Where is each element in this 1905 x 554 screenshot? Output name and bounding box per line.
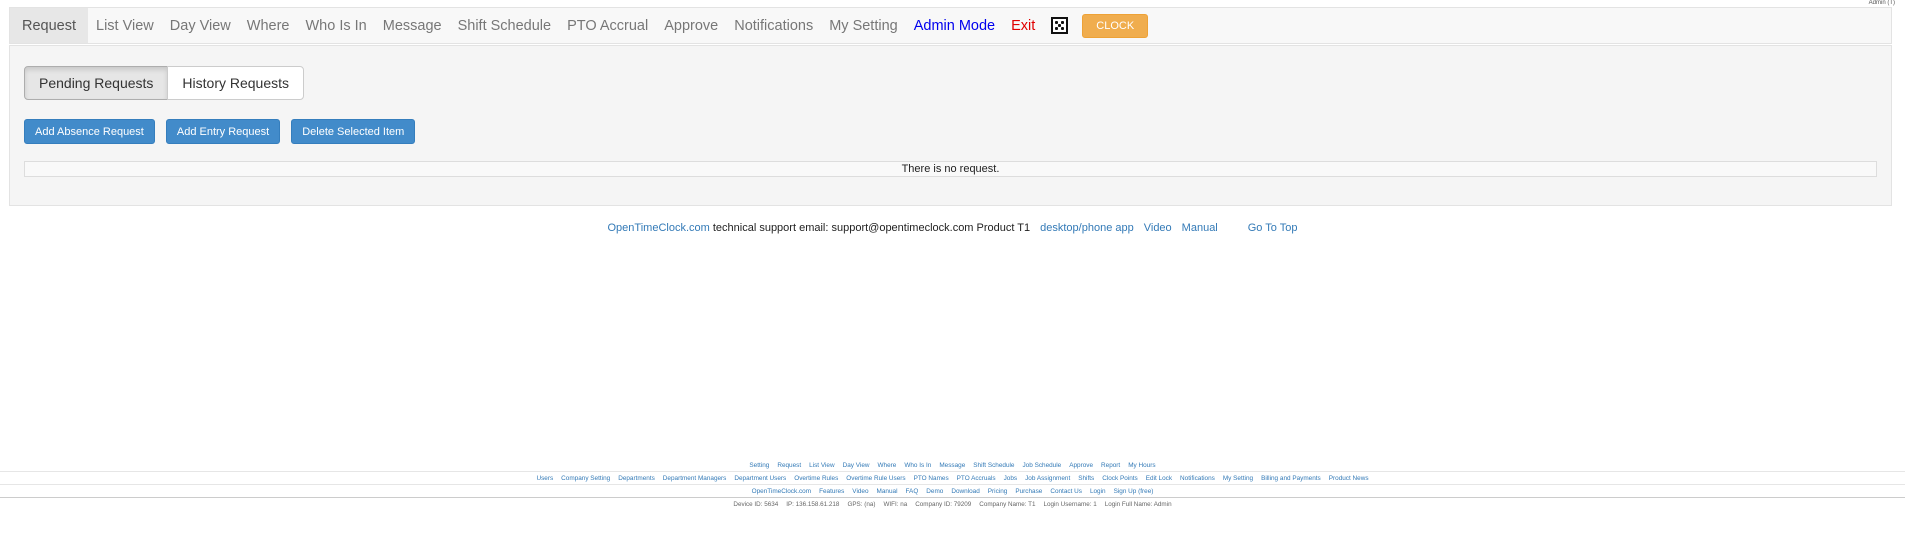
footer-link[interactable]: Company Setting	[561, 475, 610, 482]
login-full-name: Login Full Name: Admin	[1104, 501, 1172, 508]
footer-link[interactable]: Job Schedule	[1022, 462, 1061, 469]
footer-links-site: OpenTimeClock.com Features Video Manual FAQ D…	[0, 488, 1905, 495]
footer-divider	[0, 484, 1905, 485]
footer-link[interactable]: Features	[819, 488, 844, 495]
company-name: Company Name: T1	[979, 501, 1036, 508]
device-info: Device ID: 5634 IP: 136.158.61.218 GPS: (n…	[0, 501, 1905, 508]
footer-links-admin: Users Company Setting Departments Departmen…	[0, 475, 1905, 482]
footer-link[interactable]: PTO Accruals	[957, 475, 996, 482]
device-id: Device ID: 5634	[733, 501, 779, 508]
footer-links-main: Setting Request List View Day View Where Who …	[0, 462, 1905, 469]
footer-link[interactable]: My Setting	[1223, 475, 1253, 482]
nav-where[interactable]: Where	[239, 8, 298, 43]
footer-link[interactable]: Contact Us	[1050, 488, 1082, 495]
footer-link[interactable]: Product News	[1329, 475, 1369, 482]
nav-admin-mode[interactable]: Admin Mode	[906, 8, 1003, 43]
footer-link[interactable]: Users	[536, 475, 553, 482]
footer-link[interactable]: Department Managers	[663, 475, 727, 482]
request-panel: Pending Requests History Requests Add Ab…	[9, 45, 1892, 206]
company-id: Company ID: 79209	[915, 501, 972, 508]
support-line: OpenTimeClock.com technical support emai…	[0, 222, 1905, 234]
dice-icon	[1051, 17, 1069, 34]
nav-exit[interactable]: Exit	[1003, 8, 1043, 43]
footer-link[interactable]: Setting	[749, 462, 769, 469]
footer-link[interactable]: Job Assignment	[1025, 475, 1070, 482]
nav-who-is-in[interactable]: Who Is In	[297, 8, 374, 43]
footer-link[interactable]: Download	[951, 488, 979, 495]
footer-link[interactable]: Clock Points	[1102, 475, 1138, 482]
footer-link[interactable]: Overtime Rules	[794, 475, 838, 482]
add-absence-request-button[interactable]: Add Absence Request	[24, 119, 155, 144]
footer-link[interactable]: Demo	[926, 488, 943, 495]
opentimeclock-link[interactable]: OpenTimeClock.com	[608, 222, 710, 234]
footer-link[interactable]: Sign Up (free)	[1114, 488, 1154, 495]
footer-link[interactable]: Shift Schedule	[973, 462, 1014, 469]
nav-approve[interactable]: Approve	[656, 8, 726, 43]
request-tabs: Pending Requests History Requests	[24, 66, 305, 100]
action-buttons: Add Absence Request Add Entry Request De…	[24, 119, 416, 144]
wifi-info: WIFI: na	[883, 501, 908, 508]
nav-shift-schedule[interactable]: Shift Schedule	[450, 8, 560, 43]
footer-link[interactable]: Jobs	[1004, 475, 1018, 482]
footer-link[interactable]: Who Is In	[904, 462, 931, 469]
empty-request-message: There is no request.	[24, 161, 1877, 177]
footer-link[interactable]: Manual	[877, 488, 898, 495]
nav-day-view[interactable]: Day View	[162, 8, 239, 43]
footer-link[interactable]: Purchase	[1015, 488, 1042, 495]
delete-selected-item-button[interactable]: Delete Selected Item	[291, 119, 416, 144]
footer-link[interactable]: My Hours	[1128, 462, 1155, 469]
footer-link[interactable]: Report	[1101, 462, 1120, 469]
footer-link[interactable]: Video	[852, 488, 868, 495]
footer-divider	[0, 471, 1905, 472]
clock-button[interactable]: CLOCK	[1082, 13, 1149, 38]
video-link[interactable]: Video	[1144, 222, 1172, 234]
main-navbar: Request List View Day View Where Who Is …	[9, 7, 1892, 44]
nav-my-setting[interactable]: My Setting	[821, 8, 906, 43]
footer-link[interactable]: Login	[1090, 488, 1106, 495]
footer-link[interactable]: Approve	[1069, 462, 1093, 469]
desktop-phone-app-link[interactable]: desktop/phone app	[1040, 222, 1134, 234]
footer-divider	[0, 497, 1905, 498]
footer-link[interactable]: Notifications	[1180, 475, 1215, 482]
gps-info: GPS: (na)	[847, 501, 876, 508]
footer-link[interactable]: Edit Lock	[1146, 475, 1172, 482]
footer-link[interactable]: Request	[777, 462, 801, 469]
footer-link[interactable]: Overtime Rule Users	[846, 475, 905, 482]
footer-link[interactable]: FAQ	[906, 488, 919, 495]
footer-link[interactable]: Shifts	[1078, 475, 1094, 482]
footer-link[interactable]: OpenTimeClock.com	[752, 488, 811, 495]
dice-icon-button[interactable]	[1043, 8, 1076, 43]
go-to-top-link[interactable]: Go To Top	[1248, 222, 1298, 234]
top-user-label: Admin (T)	[1868, 0, 1895, 6]
nav-list-view[interactable]: List View	[88, 8, 162, 43]
footer-link[interactable]: Day View	[843, 462, 870, 469]
footer-link[interactable]: Departments	[618, 475, 655, 482]
nav-request[interactable]: Request	[10, 8, 89, 43]
ip-address: IP: 136.158.61.218	[786, 501, 840, 508]
footer-link[interactable]: Billing and Payments	[1261, 475, 1321, 482]
add-entry-request-button[interactable]: Add Entry Request	[165, 119, 281, 144]
footer-link[interactable]: PTO Names	[914, 475, 949, 482]
footer-link[interactable]: Department Users	[734, 475, 786, 482]
nav-pto-accrual[interactable]: PTO Accrual	[559, 8, 656, 43]
footer-link[interactable]: Where	[878, 462, 897, 469]
footer-link[interactable]: List View	[809, 462, 834, 469]
login-username: Login Username: 1	[1043, 501, 1097, 508]
tab-history-requests[interactable]: History Requests	[167, 66, 305, 100]
manual-link[interactable]: Manual	[1182, 222, 1218, 234]
footer-link[interactable]: Message	[939, 462, 965, 469]
footer-link[interactable]: Pricing	[988, 488, 1008, 495]
nav-notifications[interactable]: Notifications	[726, 8, 821, 43]
support-email-text: technical support email: support@opentim…	[709, 222, 1031, 234]
tab-pending-requests[interactable]: Pending Requests	[24, 66, 169, 100]
nav-message[interactable]: Message	[375, 8, 450, 43]
